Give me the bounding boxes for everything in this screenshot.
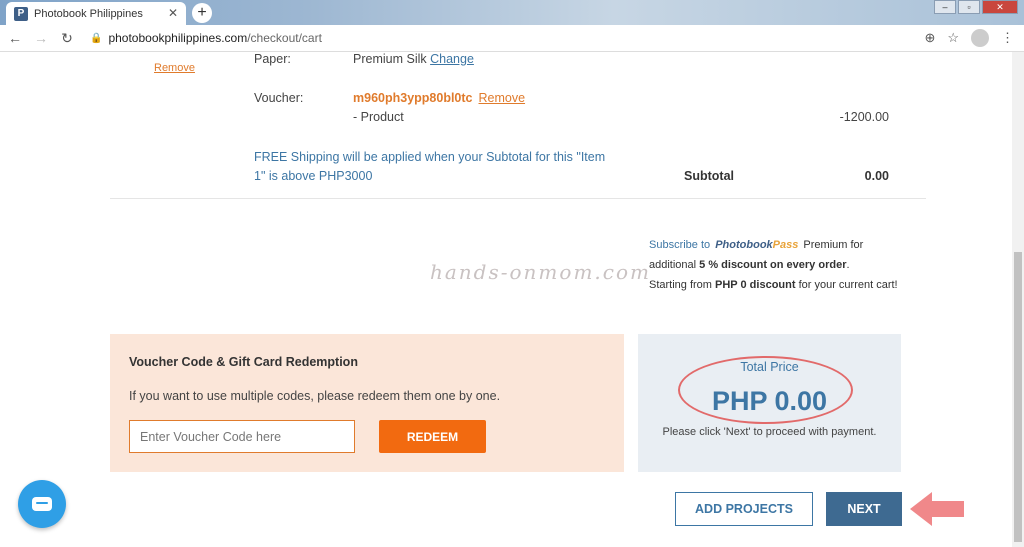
- site-favicon-icon: P: [14, 6, 28, 21]
- paper-value: Premium Silk: [353, 52, 427, 66]
- url-field[interactable]: photobookphilippines.com/checkout/cart: [108, 31, 321, 45]
- window-close-icon[interactable]: ✕: [982, 0, 1018, 14]
- product-discount-amount: -1200.00: [839, 110, 889, 124]
- change-paper-link[interactable]: Change: [430, 52, 474, 66]
- page-scrollbar[interactable]: [1012, 52, 1024, 547]
- total-price-label: Total Price: [740, 360, 799, 374]
- url-path: /checkout/cart: [247, 31, 322, 45]
- arrow-left-icon: [910, 492, 964, 526]
- voucher-code-input[interactable]: [129, 420, 355, 453]
- promo-starting-text: Starting from: [649, 279, 712, 291]
- zoom-icon[interactable]: ⊕: [924, 30, 935, 46]
- voucher-code: m960ph3ypp80bl0tc: [353, 91, 473, 105]
- photobook-pass-logo[interactable]: PhotobookPass: [715, 235, 798, 255]
- voucher-panel-title: Voucher Code & Gift Card Redemption: [129, 355, 358, 369]
- watermark: hands-onmom.com: [430, 260, 651, 284]
- scrollbar-thumb[interactable]: [1014, 252, 1022, 542]
- subscription-promo: Subscribe to PhotobookPass Premium for a…: [649, 235, 899, 295]
- window-controls: – ▫ ✕: [934, 0, 1018, 14]
- add-projects-button[interactable]: ADD PROJECTS: [675, 492, 813, 526]
- paper-label: Paper:: [254, 52, 291, 66]
- promo-additional-text: additional: [649, 259, 697, 271]
- promo-subscribe-text: Subscribe to: [649, 239, 711, 251]
- total-price-panel: Total Price PHP 0.00 Please click 'Next'…: [638, 334, 901, 472]
- free-shipping-note: FREE Shipping will be applied when your …: [254, 150, 606, 183]
- tab-close-icon[interactable]: ✕: [168, 6, 178, 20]
- address-bar: ← → ↻ 🔒 photobookphilippines.com/checkou…: [0, 25, 1024, 52]
- total-price-value: PHP 0.00: [711, 386, 828, 416]
- redeem-button[interactable]: REDEEM: [379, 420, 486, 453]
- product-discount-label: - Product: [353, 110, 404, 124]
- promo-php-discount: PHP 0 discount: [715, 279, 796, 291]
- maximize-icon[interactable]: ▫: [958, 0, 980, 14]
- voucher-label: Voucher:: [254, 91, 304, 105]
- bookmark-star-icon[interactable]: ☆: [947, 30, 959, 46]
- promo-discount-pct: 5 % discount on every order: [699, 259, 847, 271]
- url-host: photobookphilippines.com: [108, 31, 248, 45]
- paper-row: Paper: Premium Silk Change: [0, 52, 1012, 72]
- product-discount-row: - Product -1200.00: [0, 110, 1012, 130]
- reload-icon[interactable]: ↻: [56, 30, 78, 47]
- minimize-icon[interactable]: –: [934, 0, 956, 14]
- remove-voucher-link[interactable]: Remove: [479, 91, 526, 105]
- promo-cart-text: for your current cart!: [798, 279, 898, 291]
- lock-icon: 🔒: [90, 32, 103, 44]
- total-price-note: Please click 'Next' to proceed with paym…: [662, 426, 877, 438]
- menu-kebab-icon[interactable]: ⋮: [1001, 30, 1014, 46]
- voucher-row: Voucher: m960ph3ypp80bl0tc Remove: [0, 91, 1012, 111]
- profile-avatar[interactable]: [971, 29, 989, 47]
- chat-icon: [32, 497, 52, 511]
- cart-page: Remove Paper: Premium Silk Change Vouche…: [0, 52, 1012, 547]
- subtotal-value: 0.00: [864, 169, 889, 183]
- subtotal-label: Subtotal: [684, 169, 734, 183]
- voucher-value-group: m960ph3ypp80bl0tc Remove: [353, 91, 525, 105]
- voucher-panel-description: If you want to use multiple codes, pleas…: [129, 389, 501, 403]
- chat-button[interactable]: [18, 480, 66, 528]
- tab-title: Photobook Philippines: [34, 7, 143, 20]
- paper-value-group: Premium Silk Change: [353, 52, 474, 66]
- forward-icon[interactable]: →: [30, 30, 52, 46]
- back-icon[interactable]: ←: [4, 30, 26, 46]
- promo-premium-text: Premium for: [803, 239, 864, 251]
- browser-tab-bar: P Photobook Philippines ✕ + – ▫ ✕: [0, 0, 1024, 25]
- voucher-redemption-panel: Voucher Code & Gift Card Redemption If y…: [110, 334, 624, 472]
- next-button[interactable]: NEXT: [826, 492, 902, 526]
- divider: [110, 198, 926, 199]
- browser-tab[interactable]: P Photobook Philippines ✕: [6, 2, 186, 25]
- pass-brand-suffix: Pass: [772, 239, 799, 251]
- new-tab-button[interactable]: +: [192, 3, 212, 23]
- pass-brand: Photobook: [715, 239, 773, 251]
